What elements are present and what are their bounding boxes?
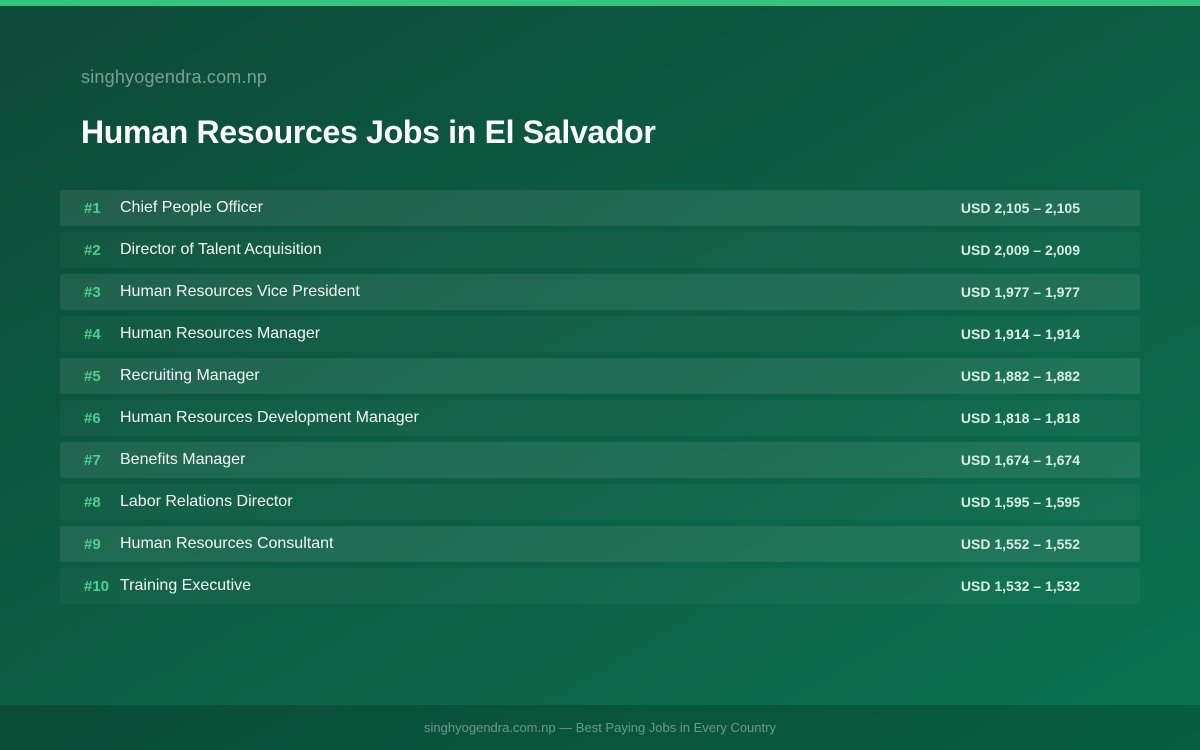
job-title: Human Resources Consultant	[120, 535, 334, 552]
job-salary: USD 1,818 – 1,818	[960, 410, 1080, 426]
job-rank: #1	[84, 199, 101, 217]
job-rank: #3	[84, 283, 101, 301]
job-list: #1 Chief People Officer USD 2,105 – 2,10…	[60, 190, 1140, 610]
job-title: Training Executive	[120, 577, 252, 594]
job-salary: USD 2,105 – 2,105	[960, 200, 1080, 216]
job-rank: #5	[84, 367, 101, 385]
job-rank: #8	[84, 493, 101, 511]
job-salary: USD 1,914 – 1,914	[960, 326, 1080, 342]
job-title: Chief People Officer	[120, 199, 263, 216]
job-row: #10 Training Executive USD 1,532 – 1,532	[60, 568, 1140, 604]
job-salary: USD 1,595 – 1,595	[960, 494, 1080, 510]
footer-text: singhyogendra.com.np — Best Paying Jobs …	[424, 720, 776, 735]
job-salary: USD 1,532 – 1,532	[960, 578, 1080, 594]
job-salary: USD 2,009 – 2,009	[960, 242, 1080, 258]
top-accent-bar	[0, 0, 1200, 6]
job-rank: #6	[84, 409, 101, 427]
job-row: #7 Benefits Manager USD 1,674 – 1,674	[60, 442, 1140, 478]
job-salary: USD 1,882 – 1,882	[960, 368, 1080, 384]
job-title: Benefits Manager	[120, 451, 246, 468]
job-salary: USD 1,552 – 1,552	[960, 536, 1080, 552]
job-title: Human Resources Development Manager	[120, 409, 419, 426]
job-row: #1 Chief People Officer USD 2,105 – 2,10…	[60, 190, 1140, 226]
job-row: #5 Recruiting Manager USD 1,882 – 1,882	[60, 358, 1140, 394]
job-rank: #4	[84, 325, 101, 343]
job-row: #9 Human Resources Consultant USD 1,552 …	[60, 526, 1140, 562]
job-row: #3 Human Resources Vice President USD 1,…	[60, 274, 1140, 310]
job-title: Human Resources Manager	[120, 325, 321, 342]
job-row: #2 Director of Talent Acquisition USD 2,…	[60, 232, 1140, 268]
job-rank: #2	[84, 241, 101, 259]
job-rank: #9	[84, 535, 101, 553]
job-row: #4 Human Resources Manager USD 1,914 – 1…	[60, 316, 1140, 352]
job-rank: #7	[84, 451, 101, 469]
job-rank: #10	[84, 577, 110, 595]
site-label: singhyogendra.com.np	[81, 67, 268, 87]
job-salary: USD 1,674 – 1,674	[960, 452, 1080, 468]
job-title: Human Resources Vice President	[120, 283, 360, 300]
footer: singhyogendra.com.np — Best Paying Jobs …	[0, 705, 1200, 750]
job-title: Labor Relations Director	[120, 493, 293, 510]
job-salary: USD 1,977 – 1,977	[960, 284, 1080, 300]
job-title: Recruiting Manager	[120, 367, 260, 384]
job-row: #6 Human Resources Development Manager U…	[60, 400, 1140, 436]
job-title: Director of Talent Acquisition	[120, 241, 322, 258]
job-row: #8 Labor Relations Director USD 1,595 – …	[60, 484, 1140, 520]
page-title: Human Resources Jobs in El Salvador	[81, 114, 656, 150]
